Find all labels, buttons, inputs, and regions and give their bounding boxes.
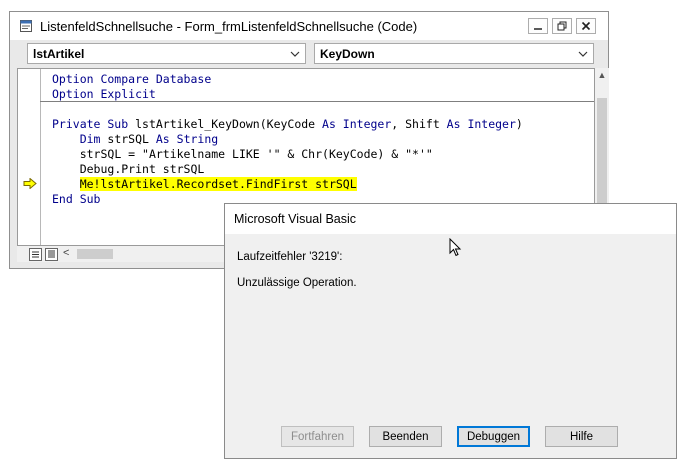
close-button[interactable]	[576, 18, 596, 34]
code-line[interactable]	[52, 102, 523, 117]
error-message: Unzulässige Operation.	[237, 277, 357, 289]
code-line-content: Dim strSQL As String	[80, 132, 218, 146]
code-token: Me!lstArtikel.Recordset.FindFirst strSQL	[79, 177, 357, 191]
chevron-down-icon	[290, 51, 300, 57]
dialog-titlebar[interactable]: Microsoft Visual Basic	[225, 204, 676, 234]
mouse-cursor-icon	[449, 238, 462, 257]
code-window-titlebar[interactable]: ListenfeldSchnellsuche - Form_frmListenf…	[10, 12, 608, 40]
code-keyword: As Integer	[446, 117, 516, 131]
close-icon	[581, 21, 591, 31]
code-token: )	[515, 117, 523, 131]
code-keyword: Option Explicit	[52, 87, 156, 101]
code-text: Option Compare Database Option Explicit Pr…	[52, 72, 523, 207]
code-token: , Shift	[391, 117, 447, 131]
execution-arrow-icon	[23, 178, 37, 189]
code-keyword: Private Sub	[52, 117, 136, 131]
procedure-combobox-value: KeyDown	[320, 47, 375, 61]
code-line[interactable]: Private Sub lstArtikel_KeyDown(KeyCode A…	[52, 117, 523, 132]
restore-button[interactable]	[552, 18, 572, 34]
indicator-margin[interactable]	[18, 69, 41, 245]
procedure-combobox[interactable]: KeyDown	[314, 43, 594, 64]
code-line[interactable]: Debug.Print strSQL	[52, 162, 523, 177]
code-line-content: Option Compare Database	[52, 72, 211, 86]
scroll-up-arrow-icon[interactable]: ▲	[597, 70, 607, 80]
object-combobox-value: lstArtikel	[33, 47, 85, 61]
code-line[interactable]: Dim strSQL As String	[52, 132, 523, 147]
code-line-content: strSQL = "Artikelname LIKE '" & Chr(KeyC…	[80, 147, 433, 161]
procedure-view-icon	[32, 251, 39, 258]
code-line-content: Private Sub lstArtikel_KeyDown(KeyCode A…	[52, 117, 523, 131]
continue-button[interactable]: Fortfahren	[281, 426, 354, 447]
runtime-error-label: Laufzeitfehler '3219':	[237, 251, 343, 263]
minimize-button[interactable]	[528, 18, 548, 34]
code-line-content: Option Explicit	[52, 87, 156, 101]
code-keyword: As String	[155, 132, 219, 146]
code-keyword: End Sub	[52, 192, 101, 206]
code-window-title: ListenfeldSchnellsuche - Form_frmListenf…	[40, 19, 418, 34]
full-module-view-icon	[48, 250, 55, 258]
end-button-label: Beenden	[382, 430, 429, 443]
code-line-content: Debug.Print strSQL	[80, 162, 205, 176]
code-line[interactable]: Option Explicit	[52, 87, 523, 102]
code-keyword: As Integer	[322, 117, 392, 131]
code-token: lstArtikel_KeyDown(KeyCode	[135, 117, 323, 131]
end-button[interactable]: Beenden	[369, 426, 442, 447]
object-combobox[interactable]: lstArtikel	[27, 43, 306, 64]
procedure-view-button[interactable]	[29, 248, 42, 261]
horizontal-scroll-thumb[interactable]	[77, 249, 113, 259]
debug-button-label: Debuggen	[466, 430, 521, 443]
minimize-icon	[534, 28, 542, 30]
vba-module-icon	[20, 20, 32, 32]
restore-icon	[557, 21, 567, 31]
code-token: strSQL = "Artikelname LIKE '" & Chr(KeyC…	[79, 147, 433, 161]
code-keyword: Option Compare Database	[52, 72, 212, 86]
scroll-left-arrow-icon[interactable]: <	[63, 247, 69, 259]
continue-button-label: Fortfahren	[290, 430, 345, 443]
code-line[interactable]: Option Compare Database	[52, 72, 523, 87]
current-statement-highlight: Me!lstArtikel.Recordset.FindFirst strSQL	[79, 177, 357, 191]
code-token: Debug.Print strSQL	[79, 162, 205, 176]
dialog-title: Microsoft Visual Basic	[234, 212, 357, 226]
code-line-content: End Sub	[52, 192, 100, 206]
code-keyword: Dim	[79, 132, 108, 146]
debug-button[interactable]: Debuggen	[457, 426, 530, 447]
help-button-label: Hilfe	[569, 430, 593, 443]
code-token: strSQL	[107, 132, 156, 146]
help-button[interactable]: Hilfe	[545, 426, 618, 447]
code-line[interactable]: Me!lstArtikel.Recordset.FindFirst strSQL	[52, 177, 523, 192]
code-line[interactable]: strSQL = "Artikelname LIKE '" & Chr(KeyC…	[52, 147, 523, 162]
full-module-view-button[interactable]	[45, 248, 58, 261]
chevron-down-icon	[578, 51, 588, 57]
